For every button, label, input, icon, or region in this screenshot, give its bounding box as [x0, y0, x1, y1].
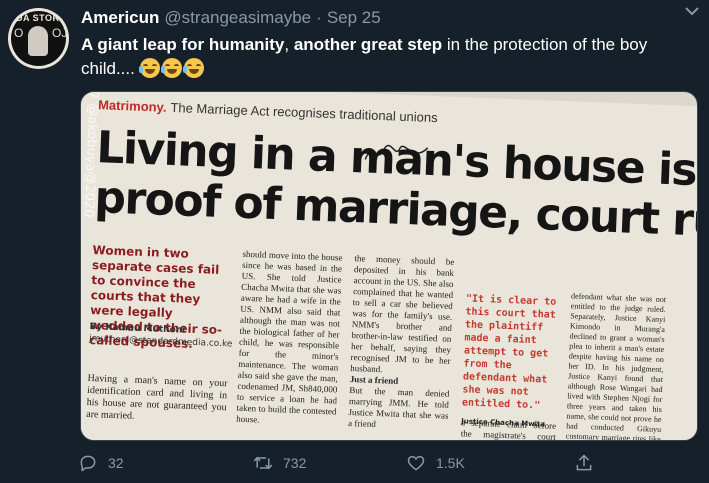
- tweet-text-comma: ,: [284, 35, 294, 54]
- kicker-text: The Marriage Act recognises traditional …: [170, 99, 438, 126]
- article-column-4: a separate claim before the magistrate's…: [460, 417, 557, 441]
- author-handle[interactable]: @strangeasimaybe: [164, 8, 311, 28]
- avatar[interactable]: DA STORY O OJ: [8, 8, 69, 69]
- tweet-date[interactable]: Sep 25: [327, 8, 381, 28]
- article-column-3: the money should be deposited in his ban…: [348, 253, 455, 433]
- retweet-button[interactable]: 732: [253, 451, 306, 475]
- reply-count: 32: [108, 455, 124, 471]
- share-icon: [576, 454, 592, 471]
- share-button[interactable]: [574, 451, 604, 475]
- kicker-label: Matrimony.: [97, 97, 167, 115]
- face-with-tears-of-joy-icon: [182, 58, 204, 78]
- pull-quote: "It is clear to this court that the plai…: [461, 292, 561, 432]
- retweet-icon: [253, 456, 273, 470]
- article-column-2: should move into the house since he was …: [236, 248, 343, 425]
- avatar-badge: DA STORY: [16, 13, 66, 23]
- article-headline: Living in a man's house is not proof of …: [94, 122, 697, 250]
- article-column-1: Having a man's name on your identificati…: [86, 372, 228, 422]
- article-kicker: Matrimony. The Marriage Act recognises tr…: [98, 97, 438, 125]
- avatar-right-mark: OJ: [52, 26, 68, 40]
- author-name[interactable]: Americun: [81, 8, 159, 28]
- chevron-down-icon[interactable]: [683, 4, 701, 18]
- tweet-actions: 32 732 1.5K: [78, 451, 698, 475]
- reply-button[interactable]: 32: [78, 451, 124, 475]
- like-button[interactable]: 1.5K: [406, 451, 465, 475]
- like-count: 1.5K: [436, 455, 465, 471]
- avatar-left-mark: O: [14, 26, 24, 40]
- face-with-tears-of-joy-icon: [160, 58, 182, 78]
- tweet-text-bold-1: A giant leap for humanity: [81, 35, 285, 54]
- article-byline: By Kamau Muthoni jmuthoni@standardmedia.…: [89, 321, 233, 350]
- reply-icon: [80, 455, 96, 472]
- newspaper-clipping: Matrimony. The Marriage Act recognises tr…: [81, 92, 697, 441]
- column-3-text: the money should be deposited in his ban…: [350, 253, 455, 375]
- tweet-text: A giant leap for humanity, another great…: [81, 33, 691, 81]
- article-column-5: defendant what she was not entitled to t…: [565, 291, 667, 441]
- face-with-tears-of-joy-icon: [138, 58, 160, 78]
- tweet-image[interactable]: Matrimony. The Marriage Act recognises tr…: [80, 91, 698, 441]
- avatar-figure: [28, 26, 48, 56]
- tweet[interactable]: DA STORY O OJ Americun @strangeasimaybe …: [0, 0, 709, 483]
- tweet-header: Americun @strangeasimaybe · Sep 25: [81, 7, 699, 29]
- header-separator: ·: [316, 8, 322, 27]
- heart-icon: [407, 455, 425, 471]
- pull-quote-text: "It is clear to this court that the plai…: [461, 293, 557, 412]
- retweet-count: 732: [283, 455, 307, 471]
- column-3-text-b: But the man denied marrying JMM. He told…: [347, 384, 450, 430]
- tweet-text-bold-2: another great step: [293, 35, 443, 54]
